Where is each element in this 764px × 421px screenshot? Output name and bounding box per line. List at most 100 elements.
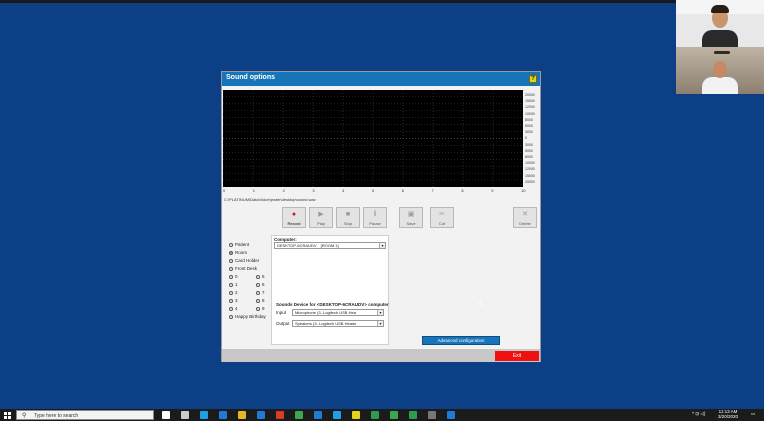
title-bar: Sound options ? (222, 72, 540, 86)
option-label: Card Holder (235, 258, 260, 263)
taskbar-app-icon[interactable] (333, 411, 341, 419)
y-tick-label: 12000 (525, 105, 535, 110)
person-head (713, 61, 727, 78)
taskbar-app-icon[interactable] (409, 411, 417, 419)
windows-start-icon[interactable] (4, 412, 11, 419)
delete-button[interactable]: ✕ Delete (513, 207, 537, 228)
y-tick-label: 10000 (525, 161, 535, 166)
y-tick-label: 0 (525, 136, 527, 141)
option-2[interactable]: 2 (229, 290, 238, 295)
output-label: Output (276, 321, 290, 326)
chevron-down-icon: ▾ (377, 321, 383, 326)
option-label: 1 (235, 282, 238, 287)
option-9[interactable]: 9 (256, 306, 265, 311)
x-tick-label: 6 (401, 188, 405, 193)
play-label: Play (317, 221, 325, 226)
person-torso (702, 30, 738, 47)
taskbar-app-icon[interactable] (200, 411, 208, 419)
save-label: Save (406, 221, 416, 226)
option-patient[interactable]: Patient (229, 242, 249, 247)
output-value: Speakers (3- Logitech USB Heads (295, 321, 357, 326)
option-label: Room (235, 250, 248, 255)
option-6[interactable]: 6 (256, 282, 265, 287)
taskbar-app-icon[interactable] (219, 411, 227, 419)
option-7[interactable]: 7 (256, 290, 265, 295)
taskbar-app-icon[interactable] (295, 411, 303, 419)
cut-label: Cut (438, 221, 446, 226)
taskbar-app-icon[interactable] (390, 411, 398, 419)
record-button[interactable]: ● Record (282, 207, 306, 228)
taskbar-app-icon[interactable] (371, 411, 379, 419)
option-label: 7 (262, 290, 265, 295)
bottom-bar (222, 349, 540, 362)
pause-label: Pause (369, 221, 381, 226)
option-5[interactable]: 5 (256, 274, 265, 279)
file-path: C:\PLATINUM\Data\Voice\jester\desktop\so… (224, 197, 316, 202)
taskbar-app-icon[interactable] (428, 411, 436, 419)
y-tick-label: 20000 (525, 179, 535, 184)
stop-icon: ■ (345, 211, 351, 218)
notification-icon[interactable]: ▭ (751, 411, 755, 417)
taskbar-search-input[interactable]: ⚲ Type here to search (16, 410, 154, 420)
taskbar-app-icon[interactable] (447, 411, 455, 419)
taskbar-app-icon[interactable] (314, 411, 322, 419)
option-4[interactable]: 4 (229, 306, 238, 311)
taskbar: ⚲ Type here to search ^ ⊡ ◁) 11:13 AM 3/… (0, 409, 764, 421)
computer-panel: Computer: DESKTOP-6CRAUDV [ROOM 1] ▾ Sou… (271, 235, 389, 345)
x-tick-label: 2 (282, 188, 285, 193)
option-label: Front Desk (235, 266, 258, 271)
save-icon: ▣ (407, 211, 415, 218)
taskbar-app-icon[interactable] (352, 411, 360, 419)
tray-icons[interactable]: ^ ⊡ ◁) (692, 411, 705, 417)
help-icon[interactable]: ? (529, 75, 537, 83)
x-tick-label: 0 (223, 188, 226, 193)
play-button[interactable]: ▶ Play (309, 207, 333, 228)
y-tick-label: 10000 (525, 111, 535, 116)
record-label: Record (287, 221, 301, 226)
input-select[interactable]: Microphone (3- Logitech USB Hea ▾ (292, 309, 384, 316)
option-1[interactable]: 1 (229, 282, 238, 287)
mouse-cursor-icon: ↖ (478, 300, 485, 309)
search-icon: ⚲ (22, 413, 27, 419)
waveform-y-axis: 20000 15000 12000 10000 8000 5000 3000 0 3000 500… (523, 90, 540, 187)
computer-select[interactable]: DESKTOP-6CRAUDV [ROOM 1] ▾ (274, 242, 386, 249)
x-tick-label: 9 (491, 188, 494, 193)
pause-button[interactable]: ‖ Pause (363, 207, 387, 228)
cut-button[interactable]: ✂ Cut (430, 207, 454, 228)
exit-button[interactable]: Exit (495, 351, 539, 361)
y-tick-label: 8000 (525, 155, 533, 159)
clock[interactable]: 11:13 AM 3/20/2020 (718, 409, 738, 419)
taskbar-app-icon[interactable] (276, 411, 284, 419)
output-select[interactable]: Speakers (3- Logitech USB Heads ▾ (292, 320, 384, 327)
option-8[interactable]: 8 (256, 298, 265, 303)
stop-button[interactable]: ■ Stop (336, 207, 360, 228)
pause-icon: ‖ (373, 211, 377, 218)
computer-name: DESKTOP-6CRAUDV (277, 243, 317, 248)
option-room[interactable]: Room (229, 250, 247, 255)
waveform-grid (223, 90, 523, 187)
option-card-holder[interactable]: Card Holder (229, 258, 259, 263)
waveform-display (223, 90, 523, 187)
y-tick-label: 20000 (525, 93, 535, 97)
input-value: Microphone (3- Logitech USB Hea (295, 310, 356, 315)
advanced-configuration-button[interactable]: Advanced configuration (422, 336, 500, 345)
taskbar-app-icon[interactable] (238, 411, 246, 419)
x-tick-label: 8 (461, 188, 464, 193)
option-label: Patient (235, 242, 250, 247)
option-front-desk[interactable]: Front Desk (229, 266, 257, 271)
y-tick-label: 5000 (525, 124, 533, 128)
option-3[interactable]: 3 (229, 298, 238, 303)
delete-label: Delete (519, 221, 531, 226)
y-tick-label: 12000 (525, 167, 535, 172)
x-tick-label: 3 (312, 188, 315, 193)
option-happy-birthday[interactable]: Happy Birthday (229, 314, 266, 319)
save-button[interactable]: ▣ Save (399, 207, 423, 228)
clock-date: 3/20/2020 (718, 414, 739, 419)
option-0[interactable]: 0 (229, 274, 238, 279)
option-label: 2 (235, 290, 238, 295)
search-placeholder: Type here to search (34, 413, 79, 419)
taskbar-app-icon[interactable] (162, 411, 170, 419)
taskbar-app-icon[interactable] (257, 411, 265, 419)
taskbar-app-icon[interactable] (181, 411, 189, 419)
waveform-x-axis: 0 1 2 3 4 5 6 7 8 9 10 (223, 188, 525, 194)
